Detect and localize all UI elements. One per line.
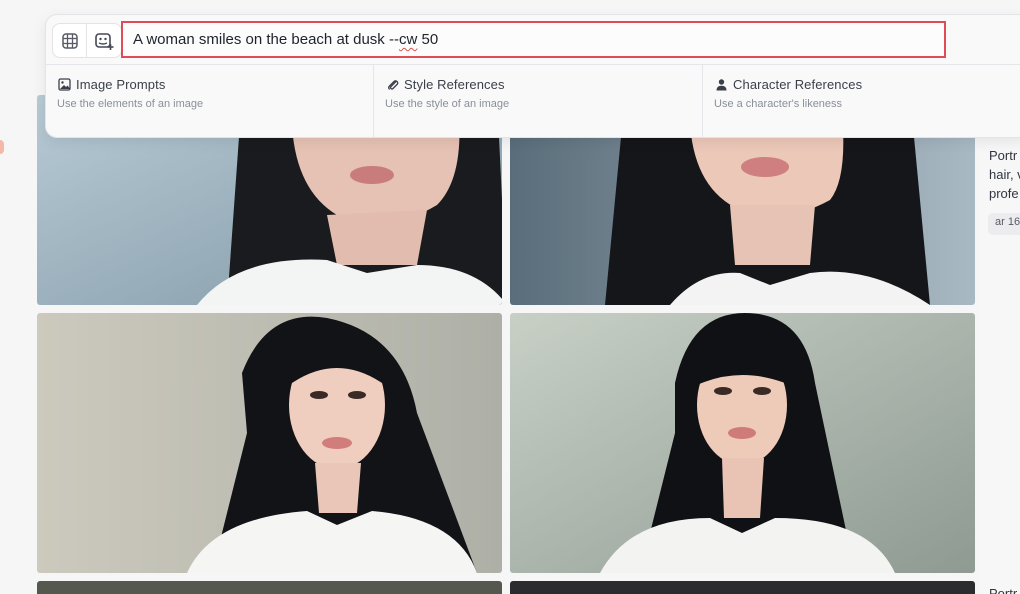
prompt-input[interactable]: A woman smiles on the beach at dusk --cw… <box>121 21 946 58</box>
grid-view-icon <box>61 32 78 49</box>
aspect-ratio-chip[interactable]: ar 16 <box>988 213 1020 235</box>
add-image-button[interactable] <box>87 23 122 58</box>
style-references-title: Style References <box>404 76 505 92</box>
generated-image-6[interactable] <box>510 581 975 594</box>
image-prompts-subtitle: Use the elements of an image <box>57 98 204 110</box>
prompt-top-row: A woman smiles on the beach at dusk --cw… <box>46 15 1020 65</box>
image-prompts-title: Image Prompts <box>76 76 166 92</box>
prompt-flagged-word: cw <box>398 31 418 48</box>
portrait-photo-4 <box>510 313 975 573</box>
generated-image-5[interactable] <box>37 581 502 594</box>
prompt-panel: A woman smiles on the beach at dusk --cw… <box>45 14 1020 138</box>
grid-view-button[interactable] <box>52 23 87 58</box>
generated-image-4[interactable] <box>510 313 975 573</box>
generated-image-3[interactable] <box>37 313 502 573</box>
character-references-option[interactable]: Character References Use a character's l… <box>703 65 1003 138</box>
detail-bottom-text: Portr <box>989 586 1018 594</box>
person-icon <box>714 77 728 91</box>
image-add-icon <box>95 32 114 50</box>
image-prompts-option[interactable]: Image Prompts Use the elements of an ima… <box>46 65 374 138</box>
paperclip-icon <box>385 77 399 91</box>
character-references-title: Character References <box>733 76 863 92</box>
style-references-option[interactable]: Style References Use the style of an ima… <box>374 65 703 138</box>
prompt-text-end: 50 <box>417 31 439 48</box>
portrait-photo-3 <box>37 313 502 573</box>
detail-description-line-2: hair, v <box>989 167 1020 182</box>
detail-description-line-1: Portr <box>989 148 1018 163</box>
reference-options: Image Prompts Use the elements of an ima… <box>46 65 1020 138</box>
detail-description-line-3: profe <box>989 186 1019 201</box>
character-references-subtitle: Use a character's likeness <box>714 98 843 110</box>
style-references-subtitle: Use the style of an image <box>385 98 510 110</box>
prompt-text: A woman smiles on the beach at dusk -- <box>133 31 399 48</box>
image-icon <box>57 77 71 91</box>
